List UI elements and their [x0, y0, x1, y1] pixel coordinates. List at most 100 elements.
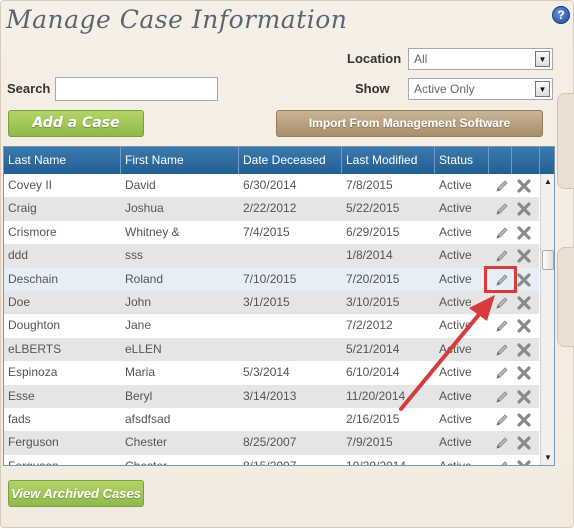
cell-status: Active	[439, 365, 472, 380]
cases-table: Last Name First Name Date Deceased Last …	[3, 146, 555, 466]
table-row[interactable]: Ferguson Chester 8/15/2007 10/20/2014 Active	[4, 455, 539, 466]
edit-pencil-icon[interactable]	[494, 365, 510, 381]
edit-pencil-icon[interactable]	[494, 295, 510, 311]
col-date-deceased[interactable]: Date Deceased	[239, 147, 342, 174]
cell-date-deceased: 8/15/2007	[243, 458, 297, 466]
cell-first-name: David	[125, 178, 156, 192]
table-row[interactable]: Crismore Whitney & 7/4/2015 6/29/2015 Active	[4, 221, 539, 244]
edit-pencil-icon[interactable]	[494, 412, 510, 428]
delete-x-icon[interactable]	[516, 318, 532, 334]
edit-pencil-icon[interactable]	[494, 342, 510, 358]
cell-date-deceased: 6/30/2014	[243, 178, 297, 192]
edit-pencil-icon[interactable]	[494, 459, 510, 466]
cell-last-modified: 7/8/2015	[346, 178, 393, 192]
col-last-name[interactable]: Last Name	[4, 147, 121, 174]
delete-x-icon[interactable]	[516, 342, 532, 358]
location-select-value: All	[414, 52, 428, 66]
edit-pencil-icon[interactable]	[494, 435, 510, 451]
edit-pencil-icon[interactable]	[494, 178, 510, 194]
cell-last-modified: 7/2/2012	[346, 318, 393, 333]
delete-x-icon[interactable]	[516, 459, 532, 466]
table-row[interactable]: Deschain Roland 7/10/2015 7/20/2015 Active	[4, 267, 539, 291]
cell-date-deceased: 7/10/2015	[243, 271, 297, 286]
side-tab-top[interactable]	[557, 93, 574, 189]
cell-first-name: Roland	[125, 271, 164, 286]
search-input[interactable]	[55, 77, 218, 101]
table-row[interactable]: Craig Joshua 2/22/2012 5/22/2015 Active	[4, 197, 539, 221]
table-header: Last Name First Name Date Deceased Last …	[4, 147, 554, 174]
table-row[interactable]: Ferguson Chester 8/25/2007 7/9/2015 Active	[4, 431, 539, 455]
cell-status: Active	[439, 271, 472, 286]
scroll-up-icon[interactable]: ▲	[542, 176, 554, 188]
table-row[interactable]: Covey II David 6/30/2014 7/8/2015 Active	[4, 174, 539, 197]
cell-last-modified: 1/8/2014	[346, 248, 393, 263]
table-row[interactable]: ddd sss 1/8/2014 Active	[4, 244, 539, 268]
cell-last-name: Ferguson	[8, 435, 59, 450]
chevron-down-icon[interactable]: ▼	[535, 81, 550, 97]
delete-x-icon[interactable]	[516, 389, 532, 405]
manage-case-panel: Manage Case Information ? Location All ▼…	[0, 0, 574, 528]
cell-last-name: Doughton	[8, 318, 61, 333]
delete-x-icon[interactable]	[516, 272, 532, 288]
cell-first-name: Chester	[125, 458, 168, 466]
cell-first-name: Jane	[125, 318, 152, 333]
side-tab-bottom[interactable]	[557, 247, 574, 347]
cell-status: Active	[439, 294, 472, 309]
table-row[interactable]: Espinoza Maria 5/3/2014 6/10/2014 Active	[4, 361, 539, 384]
cell-last-modified: 6/29/2015	[346, 224, 400, 239]
cell-last-name: ddd	[8, 248, 29, 263]
edit-pencil-icon[interactable]	[494, 225, 510, 241]
cell-date-deceased: 3/1/2015	[243, 294, 290, 309]
show-select[interactable]: Active Only ▼	[408, 78, 553, 100]
col-delete	[512, 147, 540, 174]
delete-x-icon[interactable]	[516, 295, 532, 311]
delete-x-icon[interactable]	[516, 365, 532, 381]
show-label: Show	[355, 81, 390, 96]
scroll-thumb[interactable]	[542, 250, 554, 270]
edit-pencil-icon[interactable]	[494, 248, 510, 264]
edit-pencil-icon[interactable]	[494, 318, 510, 334]
edit-pencil-icon[interactable]	[494, 389, 510, 405]
cell-last-name: eLBERTS	[8, 341, 62, 356]
delete-x-icon[interactable]	[516, 248, 532, 264]
cell-status: Active	[439, 458, 472, 466]
chevron-down-icon[interactable]: ▼	[535, 51, 550, 67]
col-status[interactable]: Status	[435, 147, 489, 174]
scroll-down-icon[interactable]: ▼	[542, 452, 554, 464]
cell-first-name: John	[125, 294, 152, 309]
table-row[interactable]: fads afsdfsad 2/16/2015 Active	[4, 408, 539, 431]
table-row[interactable]: Esse Beryl 3/14/2013 11/20/2014 Active	[4, 384, 539, 408]
table-scrollbar[interactable]: ▲ ▼	[540, 174, 554, 465]
view-archived-button[interactable]: View Archived Cases	[8, 480, 144, 507]
cell-last-name: Ferguson	[8, 458, 59, 466]
cell-date-deceased	[239, 338, 342, 361]
cell-date-deceased: 7/4/2015	[243, 224, 290, 239]
help-icon[interactable]: ?	[552, 6, 570, 24]
delete-x-icon[interactable]	[516, 178, 532, 194]
col-first-name[interactable]: First Name	[121, 147, 239, 174]
add-case-button[interactable]: Add a Case	[8, 110, 144, 137]
col-last-modified[interactable]: Last Modified	[342, 147, 435, 174]
table-row[interactable]: eLBERTS eLLEN 5/21/2014 Active	[4, 337, 539, 362]
cell-status: Active	[439, 411, 472, 426]
table-row[interactable]: Doe John 3/1/2015 3/10/2015 Active	[4, 290, 539, 315]
edit-pencil-icon[interactable]	[494, 201, 510, 217]
location-label: Location	[347, 51, 402, 66]
cell-first-name: Whitney &	[125, 224, 180, 239]
table-body: Covey II David 6/30/2014 7/8/2015 Active Crai…	[4, 174, 539, 466]
location-select[interactable]: All ▼	[408, 48, 553, 70]
delete-x-icon[interactable]	[516, 435, 532, 451]
cell-last-modified: 10/20/2014	[346, 458, 407, 466]
delete-x-icon[interactable]	[516, 225, 532, 241]
delete-x-icon[interactable]	[516, 412, 532, 428]
cell-last-name: Doe	[8, 294, 31, 309]
delete-x-icon[interactable]	[516, 201, 532, 217]
cell-status: Active	[439, 435, 472, 450]
cell-first-name: Joshua	[125, 201, 164, 216]
cell-last-modified: 2/16/2015	[346, 411, 400, 426]
cell-first-name: sss	[125, 248, 143, 263]
cell-status: Active	[439, 224, 472, 239]
import-button[interactable]: Import From Management Software	[276, 110, 543, 137]
table-row[interactable]: Doughton Jane 7/2/2012 Active	[4, 314, 539, 337]
cell-status: Active	[439, 178, 472, 192]
